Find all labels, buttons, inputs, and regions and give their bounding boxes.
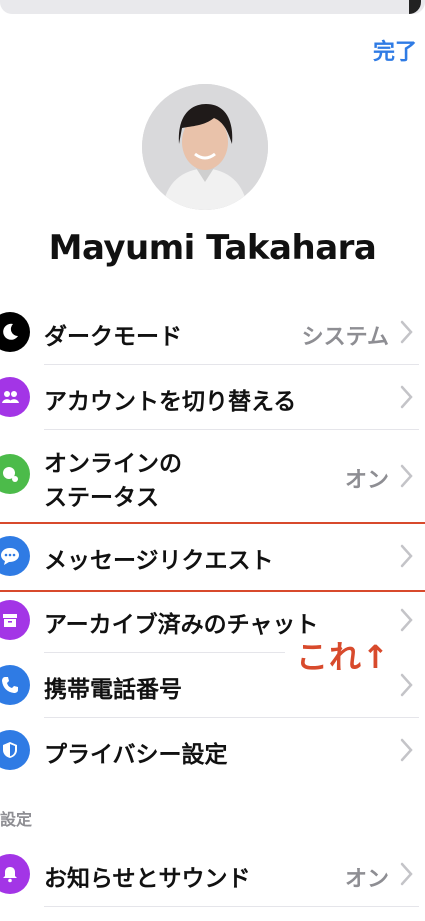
menu-item-online-status[interactable]: オンラインの ステータス オン — [0, 430, 425, 520]
shield-icon — [0, 730, 30, 770]
menu-item-notifications[interactable]: お知らせとサウンド オン — [0, 842, 425, 906]
chevron-right-icon — [400, 862, 413, 886]
online-status-icon — [0, 454, 30, 494]
menu-item-privacy-settings[interactable]: プライバシー設定 — [0, 718, 425, 782]
chevron-right-icon — [400, 608, 413, 632]
menu-item-label-line2: ステータス — [44, 485, 159, 511]
bell-icon — [0, 854, 30, 894]
menu-item-label: アーカイブ済みのチャット — [44, 612, 319, 638]
menu-item-dark-mode[interactable]: ダークモード システム — [0, 300, 425, 364]
chevron-right-icon — [400, 320, 413, 344]
chevron-right-icon — [400, 464, 413, 488]
message-bubble-icon — [0, 536, 30, 576]
archive-icon — [0, 600, 30, 640]
chevron-right-icon — [400, 673, 413, 697]
menu-item-value: システム — [301, 325, 389, 350]
menu-item-label: プライバシー設定 — [44, 742, 228, 768]
menu-item-label: メッセージリクエスト — [44, 548, 274, 574]
menu-item-label: お知らせとサウンド — [44, 866, 251, 892]
divider — [44, 906, 419, 907]
menu-item-switch-account[interactable]: アカウントを切り替える — [0, 365, 425, 429]
chevron-right-icon — [400, 544, 413, 568]
top-sheet-handle — [0, 0, 425, 14]
menu-item-label: アカウントを切り替える — [44, 389, 297, 415]
section-header-settings: 設定 — [0, 810, 33, 829]
phone-icon — [0, 665, 30, 705]
done-button[interactable]: 完了 — [373, 34, 417, 66]
menu-item-label: 携帯電話番号 — [44, 677, 182, 703]
menu-item-message-requests[interactable]: メッセージリクエスト — [0, 524, 425, 588]
menu-item-label-line1: オンラインの — [44, 451, 182, 477]
avatar[interactable] — [142, 84, 268, 210]
profile-photo-icon — [142, 84, 268, 210]
menu-item-value: オン — [344, 468, 389, 493]
menu-item-phone-number[interactable]: 携帯電話番号 — [0, 653, 425, 717]
moon-icon — [0, 312, 30, 352]
menu-item-value: オン — [344, 867, 389, 892]
switch-account-icon — [0, 377, 30, 417]
menu-item-label: ダークモード — [44, 324, 182, 350]
chevron-right-icon — [400, 385, 413, 409]
chevron-right-icon — [400, 738, 413, 762]
profile-name: Mayumi Takahara — [48, 228, 377, 268]
